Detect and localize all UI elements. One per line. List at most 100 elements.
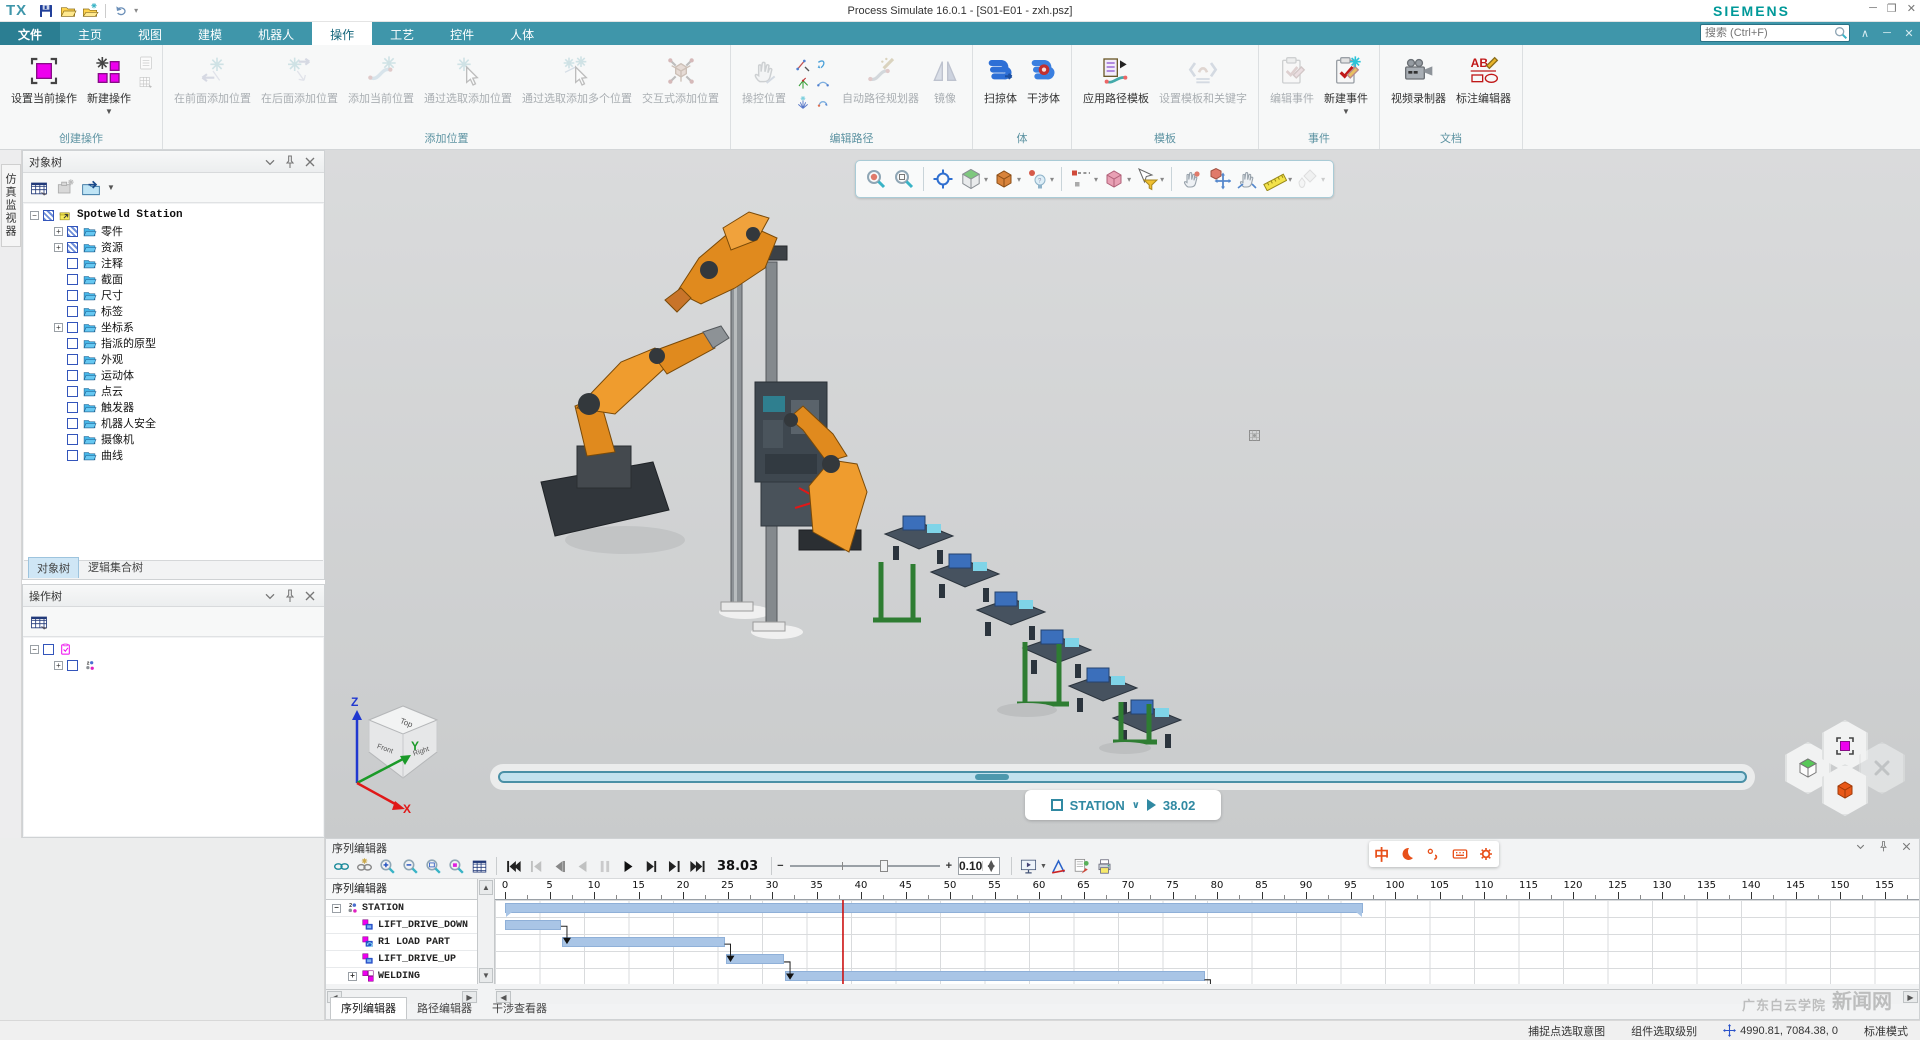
- ribbon-button-apply-template[interactable]: 应用路径模板: [1079, 49, 1153, 108]
- tree-row-6[interactable]: +坐标系: [24, 319, 323, 335]
- play-icon[interactable]: [1147, 799, 1156, 811]
- undo-button[interactable]: [112, 3, 130, 19]
- ime-gear-icon[interactable]: [1478, 846, 1494, 862]
- time-slider-thumb[interactable]: [880, 860, 888, 872]
- scroll-up-icon[interactable]: ▲: [479, 880, 493, 895]
- pin-icon[interactable]: [282, 154, 298, 170]
- ribbon-button-annotation-editor[interactable]: AB标注编辑器: [1452, 49, 1515, 108]
- seq-tool-pb-stepfwd[interactable]: [642, 857, 661, 876]
- app-minimize-icon[interactable]: ─: [1880, 27, 1894, 39]
- seq-tool-pb-play[interactable]: [619, 857, 638, 876]
- ribbon-button-add-pick[interactable]: 通过选取添加位置: [420, 49, 516, 108]
- tree-row-13[interactable]: +摄像机: [24, 431, 323, 447]
- tree-row-11[interactable]: +触发器: [24, 399, 323, 415]
- viewport-tool-view-orientation[interactable]: ▾: [959, 167, 988, 191]
- pin-icon[interactable]: [1877, 840, 1890, 853]
- ime-moon-icon[interactable]: [1399, 846, 1415, 862]
- seq-tool-zoom-sel[interactable]: [447, 857, 466, 876]
- seq-tool-pb-back[interactable]: [573, 857, 592, 876]
- op-grid-icon[interactable]: [138, 74, 154, 90]
- viewport-tool-measure[interactable]: ▾: [1069, 167, 1098, 191]
- ribbon-button-auto-path[interactable]: 自动路径规划器: [838, 49, 923, 108]
- checkbox[interactable]: [67, 418, 78, 429]
- close-button[interactable]: ✕: [1907, 2, 1916, 15]
- slider-thumb[interactable]: [975, 774, 1009, 780]
- gantt-bar-R1 LOAD PART[interactable]: [562, 937, 725, 947]
- seq-tool-pb-pause[interactable]: [596, 857, 615, 876]
- tree-row-10[interactable]: +点云: [24, 383, 323, 399]
- slider-track[interactable]: [498, 771, 1747, 783]
- checkbox[interactable]: [67, 434, 78, 445]
- tree-row-7[interactable]: +指派的原型: [24, 335, 323, 351]
- tree-new-icon[interactable]: [55, 178, 75, 198]
- gantt-bar-WELDING[interactable]: [785, 971, 1205, 981]
- ribbon-button-add-pick-multi[interactable]: 通过选取添加多个位置: [518, 49, 636, 108]
- status-pick-level[interactable]: 组件选取级别: [1631, 1023, 1697, 1039]
- op-tree-station[interactable]: +2: [24, 657, 323, 673]
- seq-tool-zoom-out[interactable]: [401, 857, 420, 876]
- viewport-tool-zoom-selection[interactable]: [864, 167, 888, 191]
- viewport-tool-paint-bucket[interactable]: ▾: [1296, 167, 1325, 191]
- seq-tool-sim-compare[interactable]: [1049, 857, 1068, 876]
- view-cube[interactable]: TopFrontRightZYX: [343, 688, 463, 813]
- ime-keyboard-icon[interactable]: [1452, 846, 1468, 862]
- open-button[interactable]: [59, 3, 77, 19]
- ribbon-button-mirror[interactable]: 镜像: [925, 49, 965, 108]
- panel-tab-0[interactable]: 对象树: [28, 557, 79, 578]
- checkbox[interactable]: [67, 402, 78, 413]
- tree-row-2[interactable]: +注释: [24, 255, 323, 271]
- speed-input[interactable]: 0.10▲▼: [958, 857, 1000, 875]
- ribbon-button-set-current-op[interactable]: 设置当前操作: [7, 49, 81, 108]
- time-slider[interactable]: −+: [777, 860, 952, 872]
- close-icon[interactable]: [302, 588, 318, 604]
- view-cube-body[interactable]: TopFrontRight: [369, 706, 437, 778]
- viewport-tool-selection-filter[interactable]: ▾: [1135, 167, 1164, 191]
- ribbon-tab-2[interactable]: 视图: [120, 22, 180, 45]
- collapse-icon[interactable]: −: [30, 211, 39, 220]
- viewport-tool-display-mode[interactable]: ▾: [992, 167, 1021, 191]
- tree-row-14[interactable]: +曲线: [24, 447, 323, 463]
- caret-down-icon[interactable]: [262, 154, 278, 170]
- search-icon[interactable]: [1833, 25, 1849, 41]
- checkbox[interactable]: [67, 322, 78, 333]
- ribbon-button-add-interactive[interactable]: 交互式添加位置: [638, 49, 723, 108]
- scroll-right-icon[interactable]: ▶: [1903, 991, 1918, 1003]
- ribbon-button-template-keys[interactable]: 设置模板和关键字: [1155, 49, 1251, 108]
- viewport-tool-ruler[interactable]: ▾: [1263, 167, 1292, 191]
- ribbon-tab-8[interactable]: 人体: [492, 22, 552, 45]
- viewport-tool-view-center[interactable]: [931, 167, 955, 191]
- ribbon-tab-1[interactable]: 主页: [60, 22, 120, 45]
- seq-tool-link[interactable]: [332, 857, 351, 876]
- seq-tool-grid-table[interactable]: [470, 857, 489, 876]
- simulation-slider[interactable]: [490, 764, 1755, 790]
- ime-punct-icon[interactable]: [1425, 846, 1441, 862]
- expand-icon[interactable]: +: [54, 227, 63, 236]
- checkbox[interactable]: [67, 450, 78, 461]
- seq-tool-pb-stepback[interactable]: [550, 857, 569, 876]
- ribbon-button-new-op[interactable]: 新建操作▼: [83, 49, 135, 118]
- gantt-tree-row-3[interactable]: LIFT_DRIVE_UP: [326, 951, 477, 968]
- ribbon-tab-3[interactable]: 建模: [180, 22, 240, 45]
- ribbon-tab-7[interactable]: 控件: [432, 22, 492, 45]
- gantt-bar-STATION[interactable]: [505, 903, 1363, 913]
- tree-row-0[interactable]: +零件: [24, 223, 323, 239]
- player-operation-label[interactable]: STATION: [1070, 798, 1125, 813]
- checkbox[interactable]: [67, 258, 78, 269]
- viewport-tool-pan-hand[interactable]: [1235, 167, 1259, 191]
- checkbox[interactable]: [67, 306, 78, 317]
- reverse-op-icon[interactable]: [815, 57, 831, 73]
- seq-tool-pb-jumpstart[interactable]: [504, 857, 523, 876]
- viewport-tool-placement-move[interactable]: [1207, 167, 1231, 191]
- tree-row-8[interactable]: +外观: [24, 351, 323, 367]
- viewport-tool-select-hand[interactable]: [1179, 167, 1203, 191]
- seq-tool-pb-prev[interactable]: [527, 857, 546, 876]
- seq-tool-export-doc[interactable]: [1072, 857, 1091, 876]
- tree-row-1[interactable]: +资源: [24, 239, 323, 255]
- seq-tool-zoom-fit[interactable]: [424, 857, 443, 876]
- seq-tool-zoom-in[interactable]: [378, 857, 397, 876]
- tree-collapse-icon[interactable]: [81, 178, 101, 198]
- collapse-ribbon-icon[interactable]: ∧: [1858, 27, 1872, 40]
- checkbox[interactable]: [67, 338, 78, 349]
- ribbon-button-video-recorder[interactable]: 视频录制器: [1387, 49, 1450, 108]
- checkbox[interactable]: [67, 274, 78, 285]
